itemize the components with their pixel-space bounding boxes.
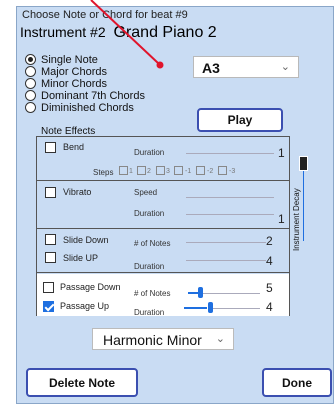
passage-duration-slider[interactable]: [213, 308, 260, 309]
note-select-value: A3: [202, 60, 220, 76]
mode-label: Dominant 7th Chords: [41, 89, 145, 102]
instrument-decay-thumb[interactable]: [299, 156, 308, 171]
radio-icon: [25, 66, 36, 77]
passage-down-checkbox[interactable]: [43, 282, 54, 293]
vibrato-duration-slider[interactable]: [186, 214, 274, 215]
bend-duration-slider[interactable]: [186, 153, 274, 154]
step-label: 3: [166, 168, 170, 175]
scale-select-value: Harmonic Minor: [103, 332, 202, 348]
radio-icon: [25, 54, 36, 65]
note-select[interactable]: A3 ⌄: [193, 56, 299, 78]
passage-up-label: Passage Up: [60, 301, 110, 311]
step-label: -1: [185, 168, 192, 175]
radio-icon: [25, 78, 36, 89]
passage-up-checkbox[interactable]: [43, 301, 54, 312]
mode-label: Major Chords: [41, 65, 108, 78]
slide-up-label: Slide UP: [63, 253, 99, 263]
passage-duration-value: 4: [266, 300, 273, 314]
step-checkbox[interactable]: [137, 166, 146, 175]
delete-note-button[interactable]: Delete Note: [26, 368, 138, 397]
vibrato-duration-value: 1: [278, 212, 285, 226]
bend-checkbox[interactable]: [45, 142, 56, 153]
bend-steps-label: Steps: [93, 168, 114, 177]
passage-duration-label: Duration: [134, 308, 165, 317]
passage-notes-fill: [188, 292, 198, 294]
mode-diminished-chords[interactable]: Diminished Chords: [25, 101, 134, 114]
instrument-decay-label: Instrument Decay: [292, 188, 301, 251]
passage-notes-slider[interactable]: [203, 293, 260, 294]
chevron-down-icon: ⌄: [280, 61, 290, 73]
bend-label: Bend: [63, 142, 85, 152]
vibrato-duration-label: Duration: [134, 209, 165, 218]
step-label: -3: [229, 168, 236, 175]
step-checkbox[interactable]: [119, 166, 128, 175]
mode-single-note[interactable]: Single Note: [25, 53, 98, 66]
chevron-down-icon: ⌄: [215, 333, 225, 345]
slide-notes-label: # of Notes: [134, 239, 171, 248]
slide-down-label: Slide Down: [63, 235, 109, 245]
bend-duration-label: Duration: [134, 148, 165, 157]
step-checkbox[interactable]: [174, 166, 183, 175]
slide-up-checkbox[interactable]: [45, 252, 56, 263]
vibrato-speed-label: Speed: [134, 188, 158, 197]
slide-notes-slider[interactable]: [186, 242, 266, 243]
passage-notes-label: # of Notes: [134, 289, 171, 298]
passage-duration-fill: [184, 307, 207, 309]
passage-down-label: Passage Down: [60, 282, 121, 292]
bend-duration-value: 1: [278, 146, 285, 160]
instrument-decay-track[interactable]: [303, 161, 304, 241]
mode-label: Diminished Chords: [41, 101, 134, 114]
play-button[interactable]: Play: [197, 108, 283, 132]
slide-notes-value: 2: [266, 234, 273, 248]
slide-down-checkbox[interactable]: [45, 234, 56, 245]
vibrato-speed-slider[interactable]: [186, 197, 274, 198]
mode-dominant-7th-chords[interactable]: Dominant 7th Chords: [25, 89, 145, 102]
step-checkbox[interactable]: [196, 166, 205, 175]
vibrato-checkbox[interactable]: [45, 187, 56, 198]
step-label: -2: [207, 168, 214, 175]
radio-icon: [25, 90, 36, 101]
done-button[interactable]: Done: [262, 368, 332, 397]
slide-duration-slider[interactable]: [186, 260, 266, 261]
radio-icon: [25, 102, 36, 113]
step-label: 2: [147, 168, 151, 175]
passage-notes-value: 5: [266, 281, 273, 295]
scale-select[interactable]: Harmonic Minor ⌄: [92, 328, 234, 350]
vibrato-label: Vibrato: [63, 187, 92, 197]
mode-minor-chords[interactable]: Minor Chords: [25, 77, 108, 90]
step-checkbox[interactable]: [218, 166, 227, 175]
slide-duration-label: Duration: [134, 262, 165, 271]
step-checkbox[interactable]: [156, 166, 165, 175]
slide-duration-value: 4: [266, 254, 273, 268]
step-label: 1: [129, 168, 133, 175]
mode-major-chords[interactable]: Major Chords: [25, 65, 108, 78]
mode-label: Single Note: [41, 53, 98, 66]
mode-label: Minor Chords: [41, 77, 108, 90]
